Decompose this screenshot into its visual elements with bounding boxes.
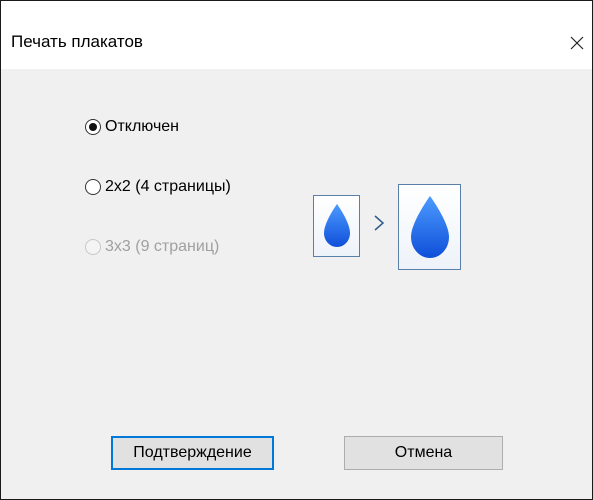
close-icon — [570, 36, 584, 50]
cancel-button[interactable]: Отмена — [344, 436, 503, 470]
chevron-right-icon — [374, 215, 385, 231]
single-page-preview — [313, 195, 360, 257]
title-bar: Печать плакатов — [1, 1, 592, 69]
radio-option-3x3-label: 3x3 (9 страниц) — [105, 238, 220, 255]
radio-option-3x3: 3x3 (9 страниц) — [85, 238, 219, 256]
water-drop-icon — [323, 204, 350, 247]
radio-button-disabled — [85, 239, 101, 255]
poster-print-dialog: Печать плакатов Отключен 2x2 (4 страницы… — [0, 0, 593, 500]
confirm-button[interactable]: Подтверждение — [111, 436, 274, 470]
poster-page-preview — [398, 184, 461, 270]
close-button[interactable] — [562, 29, 592, 57]
radio-option-off[interactable]: Отключен — [85, 118, 179, 136]
radio-button-checked[interactable] — [85, 119, 101, 135]
radio-option-off-label: Отключен — [105, 118, 180, 135]
dialog-title: Печать плакатов — [11, 32, 143, 51]
radio-option-2x2[interactable]: 2x2 (4 страницы) — [85, 178, 231, 196]
water-drop-icon — [410, 196, 449, 258]
radio-button[interactable] — [85, 179, 101, 195]
radio-option-2x2-label: 2x2 (4 страницы) — [105, 178, 231, 195]
